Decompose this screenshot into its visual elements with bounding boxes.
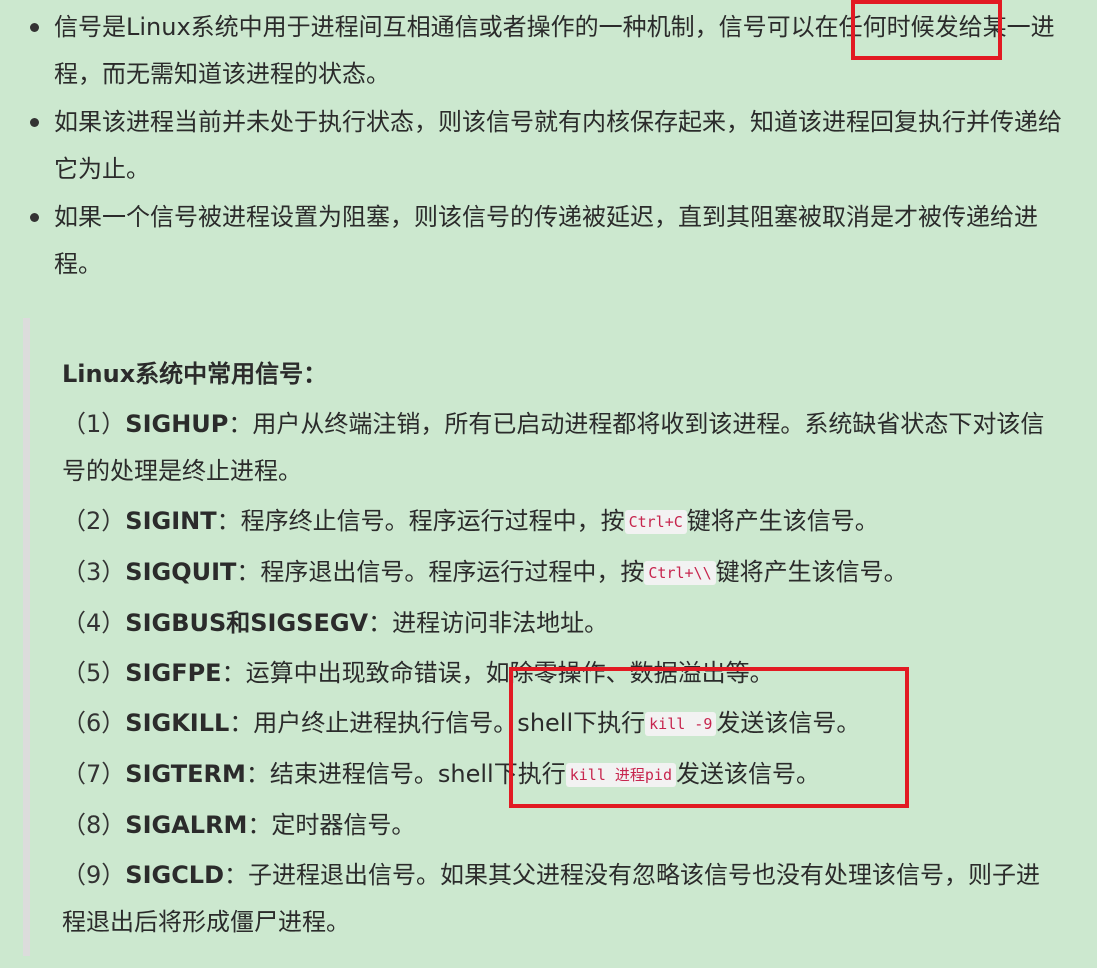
blockquote-bar xyxy=(23,318,30,956)
signal-name: SIGFPE xyxy=(125,659,222,687)
signals-blockquote: Linux系统中常用信号： （1）SIGHUP：用户从终端注销，所有已启动进程都… xyxy=(62,351,1052,946)
bullet-item: 如果该进程当前并未处于执行状态，则该信号就有内核保存起来，知道该进程回复执行并传… xyxy=(30,99,1064,193)
item-number: （1） xyxy=(62,410,126,438)
signal-description-end: 键将产生该信号。 xyxy=(715,558,908,586)
item-number: （3） xyxy=(62,558,126,586)
signal-item: （3）SIGQUIT：程序退出信号。程序运行过程中，按 Ctrl+\\ 键将产生该信… xyxy=(62,549,1052,597)
item-number: （9） xyxy=(62,861,126,889)
highlight-box xyxy=(851,0,1002,60)
signal-name: SIGINT xyxy=(125,507,217,535)
signal-description: ：定时器信号。 xyxy=(247,811,416,839)
signal-item: （8）SIGALRM：定时器信号。 xyxy=(62,802,1052,849)
signal-description: ：进程访问非法地址。 xyxy=(368,609,609,637)
signal-name: SIGBUS和SIGSEGV xyxy=(125,609,369,637)
signal-name: SIGALRM xyxy=(125,811,248,839)
signals-title: Linux系统中常用信号： xyxy=(62,360,328,388)
signal-description-end: 键将产生该信号。 xyxy=(686,507,879,535)
item-number: （7） xyxy=(62,760,126,788)
signal-item: （1）SIGHUP：用户从终端注销，所有已启动进程都将收到该进程。系统缺省状态下… xyxy=(62,401,1052,495)
item-number: （2） xyxy=(62,507,126,535)
signal-item: （4）SIGBUS和SIGSEGV：进程访问非法地址。 xyxy=(62,600,1052,647)
signal-name: SIGHUP xyxy=(125,410,229,438)
bullet-item: 如果一个信号被进程设置为阻塞，则该信号的传递被延迟，直到其阻塞被取消是才被传递给… xyxy=(30,194,1064,288)
inline-code: Ctrl+\\ xyxy=(644,561,716,585)
highlight-box xyxy=(509,667,909,808)
item-number: （4） xyxy=(62,609,126,637)
inline-code: Ctrl+C xyxy=(624,510,687,534)
signal-item: （9）SIGCLD：子进程退出信号。如果其父进程没有忽略该信号也没有处理该信号，… xyxy=(62,852,1052,946)
signal-item: （2）SIGINT：程序终止信号。程序运行过程中，按 Ctrl+C 键将产生该信号。 xyxy=(62,498,1052,546)
item-number: （5） xyxy=(62,659,126,687)
signal-name: SIGCLD xyxy=(125,861,225,889)
signal-description: ：程序终止信号。程序运行过程中，按 xyxy=(216,507,625,535)
signal-name: SIGQUIT xyxy=(125,558,237,586)
signal-name: SIGTERM xyxy=(125,760,246,788)
signal-name: SIGKILL xyxy=(125,709,230,737)
item-number: （6） xyxy=(62,709,126,737)
signal-description: ：程序退出信号。程序运行过程中，按 xyxy=(236,558,645,586)
item-number: （8） xyxy=(62,811,126,839)
